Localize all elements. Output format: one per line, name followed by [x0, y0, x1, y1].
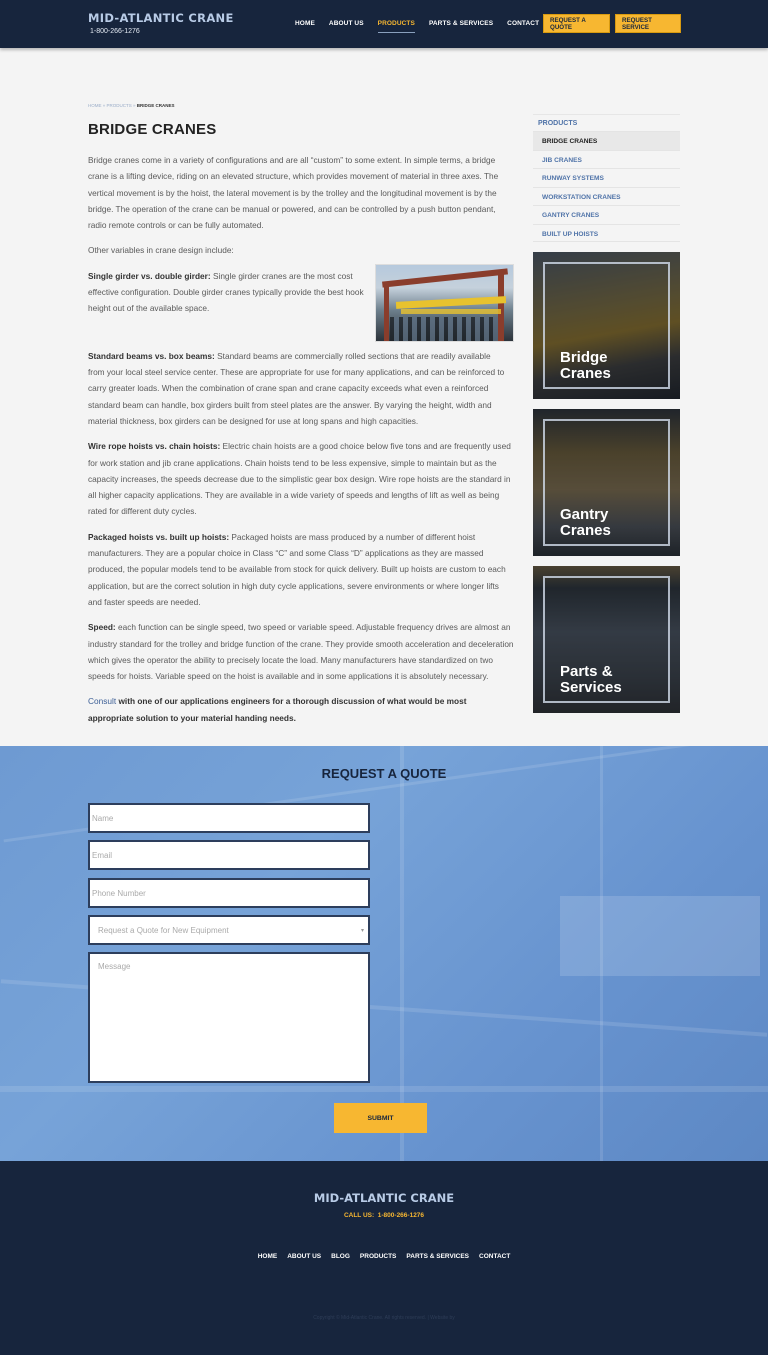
- request-type-value: Request a Quote for New Equipment: [98, 925, 229, 935]
- nav-parts-services[interactable]: PARTS & SERVICES: [429, 20, 493, 33]
- logo[interactable]: MID-ATLANTIC CRANE 1-800-266-1276: [88, 11, 234, 35]
- sidebar-item-jib-cranes[interactable]: JIB CRANES: [533, 149, 680, 169]
- nav-about-us[interactable]: ABOUT US: [329, 20, 364, 33]
- footer-nav-parts-services[interactable]: PARTS & SERVICES: [406, 1253, 469, 1260]
- sidebar-item-bridge-cranes[interactable]: BRIDGE CRANES: [533, 131, 680, 150]
- quote-form-title: REQUEST A QUOTE: [321, 766, 447, 781]
- tile-parts-services[interactable]: Parts & Services: [533, 566, 680, 713]
- phone-input[interactable]: Phone Number: [88, 878, 370, 908]
- variables-intro: Other variables in crane design include:: [88, 245, 234, 256]
- tile-bridge-cranes[interactable]: Bridge Cranes: [533, 252, 680, 399]
- breadcrumb-products[interactable]: PRODUCTS: [107, 103, 132, 108]
- section-heading: Standard beams vs. box beams:: [88, 350, 215, 361]
- section-packaged-hoists: Packaged hoists vs. built up hoists: Pac…: [88, 529, 514, 610]
- email-input[interactable]: Email: [88, 840, 370, 870]
- footer-phone[interactable]: 1-800-266-1276: [378, 1212, 424, 1219]
- sidebar-item-runway-systems[interactable]: RUNWAY SYSTEMS: [533, 168, 680, 187]
- message-textarea[interactable]: Message: [88, 952, 370, 1083]
- footer-nav: HOME ABOUT US BLOG PRODUCTS PARTS & SERV…: [0, 1253, 768, 1260]
- footer-nav-home[interactable]: HOME: [258, 1253, 278, 1260]
- footer-nav-about-us[interactable]: ABOUT US: [287, 1253, 321, 1260]
- copyright: Copyright © Mid-Atlantic Crane. All righ…: [313, 1315, 455, 1321]
- site-footer: MID-ATLANTIC CRANE CALL US: 1-800-266-12…: [0, 1161, 768, 1355]
- section-speed: Speed: each function can be single speed…: [88, 619, 514, 684]
- footer-call-label: CALL US:: [343, 1212, 375, 1219]
- request-service-button[interactable]: REQUEST SERVICE: [615, 14, 681, 33]
- sidebar-item-built-up-hoists[interactable]: BUILT UP HOISTS: [533, 223, 680, 242]
- submit-button[interactable]: SUBMIT: [334, 1103, 427, 1133]
- bridge-crane-photo: [375, 263, 514, 342]
- breadcrumb-home[interactable]: HOME: [88, 103, 102, 108]
- request-type-select[interactable]: Request a Quote for New Equipment ▾: [88, 915, 370, 945]
- request-quote-button[interactable]: REQUEST A QUOTE: [543, 14, 610, 33]
- nav-contact[interactable]: CONTACT: [507, 20, 539, 33]
- breadcrumb-current: BRIDGE CRANES: [136, 103, 175, 108]
- section-heading: Wire rope hoists vs. chain hoists:: [88, 441, 221, 452]
- section-text: each function can be single speed, two s…: [88, 622, 514, 682]
- brand-name[interactable]: MID-ATLANTIC CRANE: [88, 11, 234, 25]
- section-hoists: Wire rope hoists vs. chain hoists: Elect…: [88, 438, 514, 519]
- name-input[interactable]: Name: [88, 803, 370, 833]
- chevron-down-icon: ▾: [360, 927, 364, 934]
- footer-call: CALL US: 1-800-266-1276: [0, 1212, 768, 1219]
- consult-link[interactable]: Consult: [88, 696, 116, 706]
- consult-paragraph: Consult with one of our applications eng…: [88, 693, 514, 726]
- article-body: Bridge cranes come in a variety of confi…: [88, 152, 514, 735]
- section-heading: Speed:: [88, 622, 116, 633]
- site-header: MID-ATLANTIC CRANE 1-800-266-1276 HOME A…: [0, 0, 768, 48]
- section-heading: Single girder vs. double girder:: [88, 270, 211, 281]
- main-content: HOME » PRODUCTS » BRIDGE CRANES BRIDGE C…: [0, 48, 768, 746]
- section-text: Electric chain hoists are a good choice …: [88, 441, 511, 517]
- sidebar-item-gantry-cranes[interactable]: GANTRY CRANES: [533, 205, 680, 224]
- section-heading: Packaged hoists vs. built up hoists:: [88, 531, 230, 542]
- section-beams: Standard beams vs. box beams: Standard b…: [88, 348, 514, 429]
- nav-home[interactable]: HOME: [295, 20, 315, 33]
- consult-text: with one of our applications engineers f…: [88, 696, 467, 723]
- tile-label: Bridge Cranes: [560, 349, 611, 382]
- footer-nav-products[interactable]: PRODUCTS: [360, 1253, 396, 1260]
- breadcrumb: HOME » PRODUCTS » BRIDGE CRANES: [88, 103, 175, 108]
- sidebar-item-workstation-cranes[interactable]: WORKSTATION CRANES: [533, 186, 680, 206]
- tile-label: Gantry Cranes: [560, 506, 611, 539]
- section-text: Standard beams are commercially rolled s…: [88, 350, 505, 426]
- tile-label: Parts & Services: [560, 663, 622, 696]
- request-quote-section: REQUEST A QUOTE Name Email Phone Number …: [0, 746, 768, 1161]
- section-text: Packaged hoists are mass produced by a n…: [88, 531, 506, 607]
- sidebar-heading[interactable]: PRODUCTS: [533, 114, 680, 131]
- footer-logo[interactable]: MID-ATLANTIC CRANE: [0, 1191, 768, 1205]
- page-title: BRIDGE CRANES: [88, 121, 217, 138]
- main-nav: HOME ABOUT US PRODUCTS PARTS & SERVICES …: [295, 20, 553, 33]
- footer-nav-blog[interactable]: BLOG: [331, 1253, 350, 1260]
- footer-nav-contact[interactable]: CONTACT: [479, 1253, 510, 1260]
- tile-gantry-cranes[interactable]: Gantry Cranes: [533, 409, 680, 556]
- header-phone[interactable]: 1-800-266-1276: [90, 28, 234, 35]
- nav-products[interactable]: PRODUCTS: [377, 20, 415, 33]
- intro-paragraph: Bridge cranes come in a variety of confi…: [88, 155, 499, 231]
- products-sidebar: PRODUCTS BRIDGE CRANES JIB CRANES RUNWAY…: [533, 114, 680, 713]
